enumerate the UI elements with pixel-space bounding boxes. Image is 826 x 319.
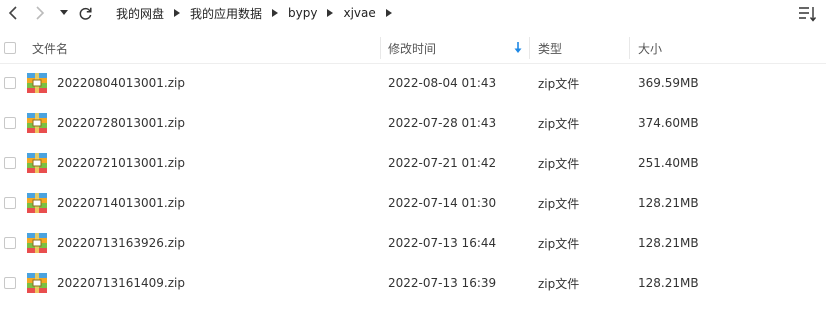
file-modified-time: 2022-07-14 01:30 bbox=[388, 196, 497, 210]
file-modified-time: 2022-07-28 01:43 bbox=[388, 116, 497, 130]
zip-archive-icon bbox=[27, 113, 47, 133]
toolbar: 我的网盘 我的应用数据 bypy xjvae bbox=[0, 0, 826, 28]
file-name[interactable]: 20220804013001.zip bbox=[57, 63, 185, 103]
refresh-button[interactable] bbox=[76, 4, 94, 22]
file-name[interactable]: 20220713163926.zip bbox=[57, 223, 185, 263]
file-modified-time: 2022-07-21 01:42 bbox=[388, 156, 497, 170]
breadcrumb-separator-icon bbox=[174, 9, 181, 17]
file-row[interactable]: 20220713161409.zip 2022-07-13 16:39 zip文件 1… bbox=[0, 263, 826, 303]
select-all-checkbox[interactable] bbox=[4, 42, 16, 54]
file-row-checkbox[interactable] bbox=[4, 197, 16, 209]
file-type: zip文件 bbox=[538, 156, 580, 171]
file-size: 369.59MB bbox=[638, 76, 699, 90]
file-name[interactable]: 20220714013001.zip bbox=[57, 183, 185, 223]
column-header-size[interactable]: 大小 bbox=[638, 33, 662, 63]
file-type: zip文件 bbox=[538, 276, 580, 291]
sort-desc-arrow-icon bbox=[514, 42, 522, 53]
file-row-checkbox[interactable] bbox=[4, 77, 16, 89]
chevron-right-icon bbox=[36, 6, 45, 20]
column-divider bbox=[529, 37, 530, 59]
zip-archive-icon bbox=[27, 73, 47, 93]
file-row[interactable]: 20220713163926.zip 2022-07-13 16:44 zip文件 1… bbox=[0, 223, 826, 263]
forward-button[interactable] bbox=[31, 4, 49, 22]
breadcrumb-separator-icon bbox=[272, 9, 279, 17]
file-size: 128.21MB bbox=[638, 196, 699, 210]
breadcrumb-item-my-drive[interactable]: 我的网盘 bbox=[116, 5, 164, 22]
zip-archive-icon bbox=[27, 273, 47, 293]
column-header-name[interactable]: 文件名 bbox=[32, 33, 68, 63]
file-row[interactable]: 20220714013001.zip 2022-07-14 01:30 zip文件 1… bbox=[0, 183, 826, 223]
sort-options-button[interactable] bbox=[798, 5, 818, 23]
breadcrumb: 我的网盘 我的应用数据 bypy xjvae bbox=[116, 0, 402, 26]
zip-archive-icon bbox=[27, 193, 47, 213]
file-modified-time: 2022-08-04 01:43 bbox=[388, 76, 497, 90]
file-modified-time: 2022-07-13 16:39 bbox=[388, 276, 497, 290]
breadcrumb-separator-icon bbox=[385, 9, 392, 17]
zip-archive-icon bbox=[27, 233, 47, 253]
file-size: 128.21MB bbox=[638, 236, 699, 250]
file-type: zip文件 bbox=[538, 76, 580, 91]
file-list-header: 文件名 修改时间 类型 大小 bbox=[0, 33, 826, 64]
history-dropdown-button[interactable] bbox=[55, 4, 73, 22]
file-row-checkbox[interactable] bbox=[4, 237, 16, 249]
file-name[interactable]: 20220713161409.zip bbox=[57, 263, 185, 303]
file-modified-time: 2022-07-13 16:44 bbox=[388, 236, 497, 250]
column-divider bbox=[380, 37, 381, 59]
breadcrumb-separator-icon bbox=[327, 9, 334, 17]
file-type: zip文件 bbox=[538, 196, 580, 211]
sort-list-icon bbox=[799, 7, 817, 22]
file-row-checkbox[interactable] bbox=[4, 277, 16, 289]
file-size: 128.21MB bbox=[638, 276, 699, 290]
file-type: zip文件 bbox=[538, 236, 580, 251]
back-button[interactable] bbox=[4, 4, 22, 22]
zip-archive-icon bbox=[27, 153, 47, 173]
file-row[interactable]: 20220728013001.zip 2022-07-28 01:43 zip文件 3… bbox=[0, 103, 826, 143]
column-divider bbox=[629, 37, 630, 59]
file-row[interactable]: 20220804013001.zip 2022-08-04 01:43 zip文件 3… bbox=[0, 63, 826, 103]
file-name[interactable]: 20220728013001.zip bbox=[57, 103, 185, 143]
chevron-left-icon bbox=[8, 6, 17, 20]
refresh-icon bbox=[79, 7, 92, 20]
column-header-modified-label: 修改时间 bbox=[388, 41, 437, 56]
file-row-checkbox[interactable] bbox=[4, 157, 16, 169]
file-row-checkbox[interactable] bbox=[4, 117, 16, 129]
caret-down-icon bbox=[60, 10, 68, 15]
file-name[interactable]: 20220721013001.zip bbox=[57, 143, 185, 183]
file-size: 374.60MB bbox=[638, 116, 699, 130]
breadcrumb-item-app-data[interactable]: 我的应用数据 bbox=[190, 5, 262, 22]
file-size: 251.40MB bbox=[638, 156, 699, 170]
file-type: zip文件 bbox=[538, 116, 580, 131]
breadcrumb-item-bypy[interactable]: bypy bbox=[288, 6, 317, 20]
column-header-type[interactable]: 类型 bbox=[538, 33, 562, 63]
file-row[interactable]: 20220721013001.zip 2022-07-21 01:42 zip文件 2… bbox=[0, 143, 826, 183]
breadcrumb-item-xjvae[interactable]: xjvae bbox=[343, 6, 375, 20]
column-header-modified[interactable]: 修改时间 bbox=[388, 33, 528, 63]
